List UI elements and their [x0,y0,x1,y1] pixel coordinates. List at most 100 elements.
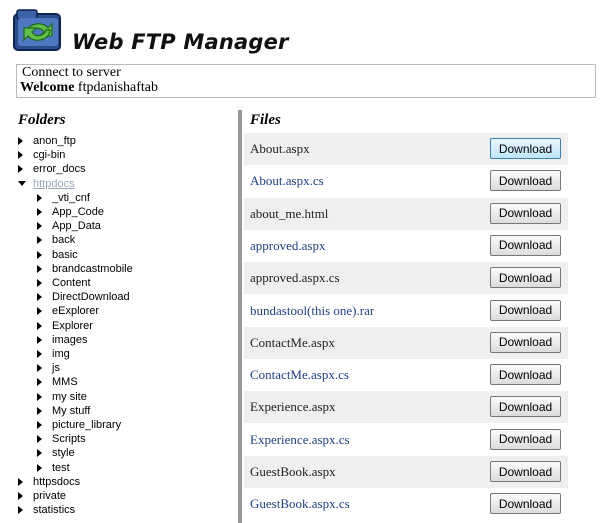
expand-right-icon[interactable] [18,165,23,174]
folder-item[interactable]: statistics [0,503,236,517]
download-button[interactable]: Download [490,493,561,515]
folder-label[interactable]: back [52,233,75,247]
folder-label[interactable]: App_Code [52,205,104,219]
folder-item[interactable]: httpsdocs [0,475,236,489]
expand-right-icon[interactable] [37,449,42,458]
folder-label[interactable]: cgi-bin [33,148,65,162]
folder-item[interactable]: _vti_cnf [0,191,236,205]
folder-label[interactable]: private [33,489,66,503]
folder-label[interactable]: Content [52,276,91,290]
folder-item[interactable]: style [0,446,236,460]
expand-right-icon[interactable] [37,435,42,444]
folder-item[interactable]: MMS [0,375,236,389]
expand-right-icon[interactable] [37,421,42,429]
folder-label[interactable]: images [52,333,87,347]
folder-label[interactable]: _vti_cnf [52,191,90,205]
folder-label[interactable]: App_Data [52,219,101,233]
file-name[interactable]: GuestBook.aspx.cs [250,496,350,512]
folder-item[interactable]: My stuff [0,404,236,418]
expand-down-icon[interactable] [18,180,26,186]
expand-right-icon[interactable] [37,222,42,231]
folder-item[interactable]: eExplorer [0,304,236,318]
folder-item[interactable]: js [0,361,236,375]
expand-right-icon[interactable] [18,477,23,486]
download-button[interactable]: Download [490,202,561,224]
folder-label[interactable]: MMS [52,375,78,389]
download-button[interactable]: Download [490,138,561,159]
folder-item[interactable]: private [0,489,236,503]
download-button[interactable]: Download [490,428,561,450]
expand-right-icon[interactable] [18,151,23,160]
expand-right-icon[interactable] [37,193,42,202]
folder-item[interactable]: basic [0,248,236,262]
download-button[interactable]: Download [490,461,561,482]
expand-right-icon[interactable] [37,293,42,302]
folder-item[interactable]: httpdocs [0,177,236,191]
folder-label[interactable]: httpdocs [33,177,75,191]
expand-right-icon[interactable] [37,279,42,287]
expand-right-icon[interactable] [37,208,42,216]
folder-label[interactable]: My stuff [52,404,90,418]
folder-item[interactable]: test [0,461,236,475]
expand-right-icon[interactable] [37,463,42,472]
folder-label[interactable]: test [52,461,70,475]
expand-right-icon[interactable] [37,236,42,245]
folder-label[interactable]: Scripts [52,432,86,446]
expand-right-icon[interactable] [37,250,42,259]
download-button[interactable]: Download [490,396,561,418]
folder-item[interactable]: DirectDownload [0,290,236,304]
folder-item[interactable]: Scripts [0,432,236,446]
folder-item[interactable]: Content [0,276,236,290]
folder-label[interactable]: eExplorer [52,304,99,318]
expand-right-icon[interactable] [18,506,23,515]
folder-label[interactable]: error_docs [33,162,86,176]
expand-right-icon[interactable] [37,364,42,373]
file-name[interactable]: bundastool(this one).rar [250,303,374,319]
folder-item[interactable]: anon_ftp [0,134,236,148]
folder-item[interactable]: my site [0,390,236,404]
folder-label[interactable]: anon_ftp [33,134,76,148]
expand-right-icon[interactable] [37,264,42,273]
folder-item[interactable]: images [0,333,236,347]
folder-item[interactable]: img [0,347,236,361]
download-button[interactable]: Download [490,267,561,289]
file-name[interactable]: ContactMe.aspx.cs [250,367,349,383]
expand-right-icon[interactable] [37,321,42,330]
folder-label[interactable]: Explorer [52,319,93,333]
folder-label[interactable]: my site [52,390,87,404]
download-button[interactable]: Download [490,234,561,256]
folder-item[interactable]: picture_library [0,418,236,432]
folder-item[interactable]: App_Code [0,205,236,219]
folder-label[interactable]: basic [52,248,78,262]
folder-label[interactable]: httpsdocs [33,475,80,489]
expand-right-icon[interactable] [18,492,23,500]
file-name[interactable]: approved.aspx [250,238,325,254]
folder-item[interactable]: Explorer [0,319,236,333]
folder-label[interactable]: picture_library [52,418,121,432]
folder-label[interactable]: DirectDownload [52,290,130,304]
expand-right-icon[interactable] [37,378,42,387]
folder-item[interactable]: back [0,233,236,247]
file-name: About.aspx [250,141,310,156]
expand-right-icon[interactable] [37,406,42,415]
folder-label[interactable]: img [52,347,70,361]
download-button[interactable]: Download [490,299,561,321]
expand-right-icon[interactable] [37,307,42,316]
expand-right-icon[interactable] [18,137,23,145]
file-name[interactable]: About.aspx.cs [250,173,324,189]
folder-item[interactable]: App_Data [0,219,236,233]
file-name[interactable]: Experience.aspx.cs [250,432,350,448]
folder-item[interactable]: error_docs [0,162,236,176]
download-button[interactable]: Download [490,331,561,353]
download-button[interactable]: Download [490,364,561,386]
folder-label[interactable]: statistics [33,503,75,517]
folder-item[interactable]: cgi-bin [0,148,236,162]
folder-label[interactable]: style [52,446,75,460]
expand-right-icon[interactable] [37,392,42,401]
expand-right-icon[interactable] [37,350,42,358]
folder-label[interactable]: js [52,361,60,375]
expand-right-icon[interactable] [37,335,42,344]
folder-item[interactable]: brandcastmobile [0,262,236,276]
folder-label[interactable]: brandcastmobile [52,262,133,276]
download-button[interactable]: Download [490,170,561,192]
